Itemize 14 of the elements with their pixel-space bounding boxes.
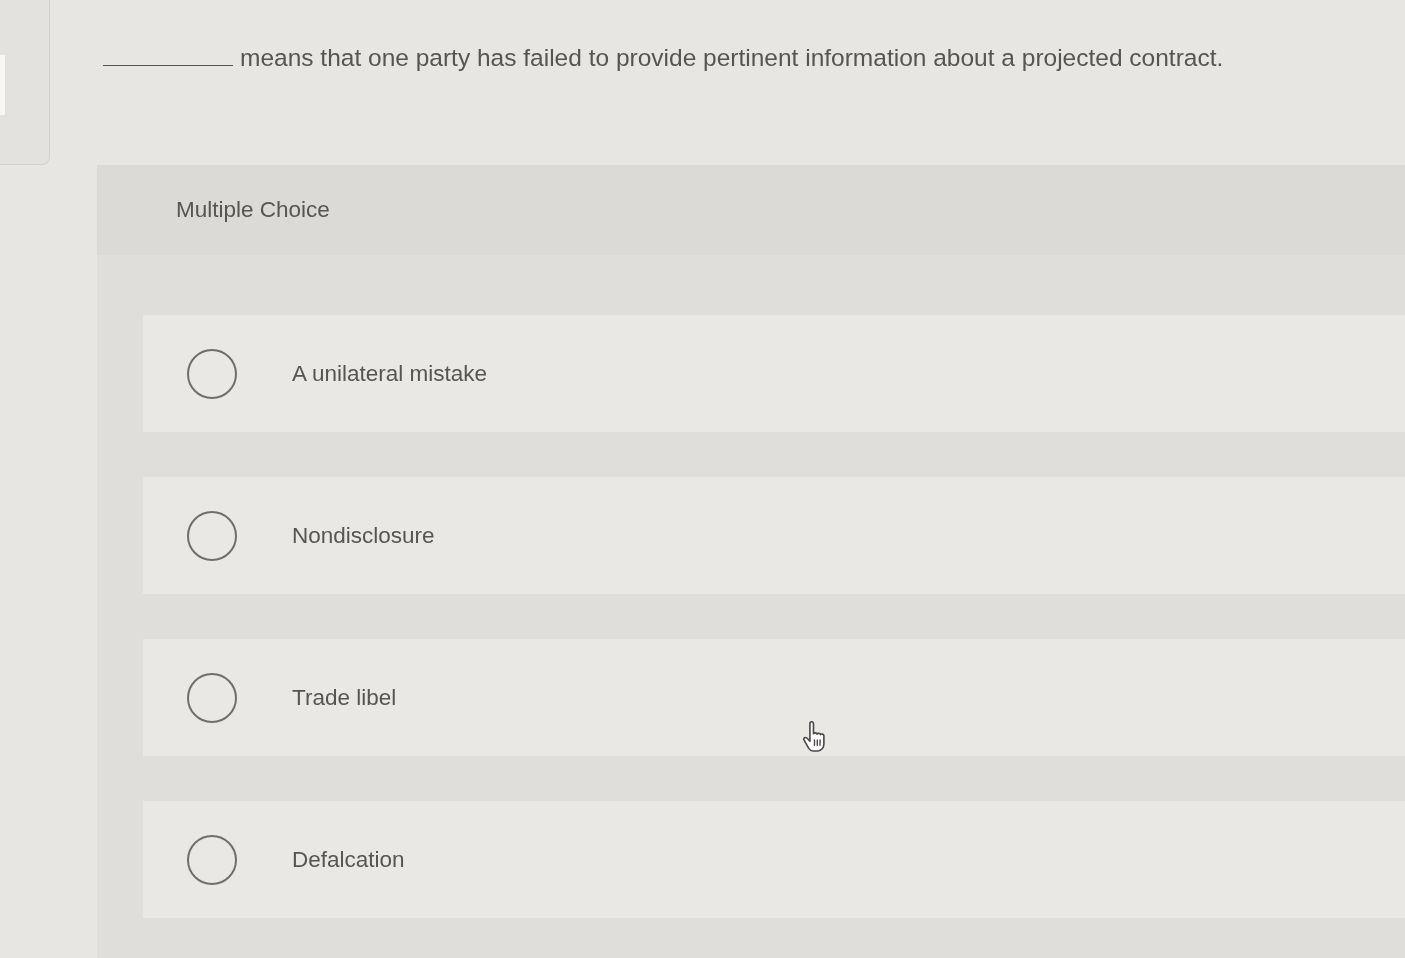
section-label: Multiple Choice xyxy=(176,197,330,223)
radio-button[interactable] xyxy=(187,510,237,561)
question-text: means that one party has failed to provide pertinent information about a projected contract. xyxy=(240,44,1224,72)
radio-button[interactable] xyxy=(187,348,237,399)
radio-button[interactable] xyxy=(187,834,237,885)
answer-option[interactable]: A unilateral mistake xyxy=(143,315,1405,432)
answer-option[interactable]: Defalcation xyxy=(143,801,1405,918)
answer-option[interactable]: Nondisclosure xyxy=(143,477,1405,594)
option-label: Nondisclosure xyxy=(292,522,435,549)
radio-button[interactable] xyxy=(187,672,237,723)
option-label: A unilateral mistake xyxy=(292,360,488,387)
answer-option[interactable]: Trade libel xyxy=(143,639,1405,756)
option-label: Defalcation xyxy=(292,846,405,873)
option-label: Trade libel xyxy=(292,684,397,711)
